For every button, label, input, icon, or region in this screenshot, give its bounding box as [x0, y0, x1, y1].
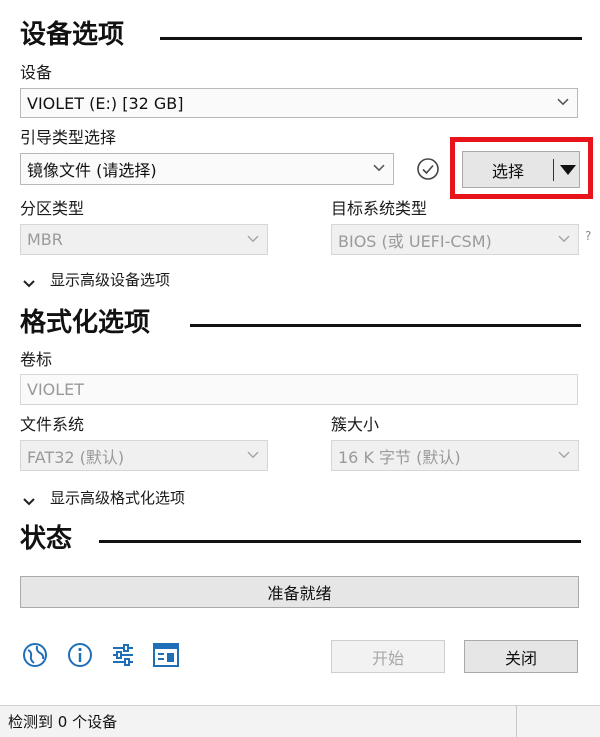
- status-bar-separator: [516, 705, 517, 737]
- globe-icon[interactable]: [22, 642, 48, 668]
- help-icon[interactable]: ?: [585, 229, 591, 243]
- chevron-down-icon: [22, 493, 36, 505]
- select-button[interactable]: 选择: [462, 151, 580, 188]
- volume-label-label: 卷标: [20, 350, 53, 369]
- device-dropdown[interactable]: VIOLET (E:) [32 GB]: [20, 88, 578, 118]
- advanced-device-toggle[interactable]: 显示高级设备选项: [22, 269, 170, 290]
- chevron-down-icon: [247, 451, 259, 459]
- start-button[interactable]: 开始: [331, 640, 445, 673]
- target-system-dropdown[interactable]: BIOS (或 UEFI-CSM): [331, 224, 579, 255]
- volume-label-input[interactable]: VIOLET: [20, 374, 578, 405]
- status-progress-bar: 准备就绪: [20, 576, 579, 608]
- status-bar-text: 检测到 0 个设备: [8, 713, 118, 731]
- info-icon[interactable]: [67, 642, 93, 668]
- split-divider: [553, 158, 554, 181]
- status-bar: 检测到 0 个设备: [0, 705, 600, 737]
- device-dropdown-value: VIOLET (E:) [32 GB]: [27, 93, 184, 113]
- close-button-label: 关闭: [504, 648, 537, 668]
- select-button-label: 选择: [491, 161, 524, 181]
- cluster-size-dropdown[interactable]: 16 K 字节 (默认): [331, 440, 579, 471]
- format-options-title: 格式化选项: [20, 308, 151, 338]
- chevron-down-icon: [373, 164, 385, 172]
- boot-selection-dropdown[interactable]: 镜像文件 (请选择): [20, 153, 394, 185]
- advanced-format-toggle-label: 显示高级格式化选项: [50, 489, 186, 507]
- section-divider: [190, 324, 581, 327]
- boot-selection-value: 镜像文件 (请选择): [27, 161, 157, 180]
- target-system-value: BIOS (或 UEFI-CSM): [338, 231, 492, 251]
- chevron-down-icon: [557, 98, 569, 106]
- log-icon[interactable]: [153, 643, 179, 667]
- file-system-dropdown[interactable]: FAT32 (默认): [20, 440, 268, 471]
- boot-selection-label: 引导类型选择: [20, 128, 117, 147]
- partition-scheme-label: 分区类型: [20, 199, 85, 218]
- chevron-down-icon: [558, 235, 570, 243]
- partition-scheme-dropdown[interactable]: MBR: [20, 224, 268, 255]
- settings-sliders-icon[interactable]: [111, 642, 135, 668]
- chevron-down-icon: [247, 235, 259, 243]
- split-arrow-icon[interactable]: [560, 160, 576, 179]
- partition-scheme-value: MBR: [27, 230, 63, 249]
- device-label: 设备: [20, 63, 53, 82]
- advanced-device-toggle-label: 显示高级设备选项: [50, 271, 171, 289]
- status-title: 状态: [20, 524, 73, 554]
- file-system-value: FAT32 (默认): [27, 447, 125, 467]
- status-progress-text: 准备就绪: [267, 584, 332, 603]
- check-icon[interactable]: [416, 157, 440, 181]
- file-system-label: 文件系统: [20, 415, 85, 434]
- cluster-size-value: 16 K 字节 (默认): [338, 447, 461, 467]
- chevron-down-icon: [22, 275, 36, 287]
- volume-label-value: VIOLET: [27, 380, 85, 399]
- device-options-title: 设备选项: [20, 20, 125, 50]
- target-system-label: 目标系统类型: [331, 199, 428, 218]
- cluster-size-label: 簇大小: [331, 415, 380, 434]
- section-divider: [99, 540, 581, 543]
- advanced-format-toggle[interactable]: 显示高级格式化选项: [22, 487, 185, 508]
- chevron-down-icon: [558, 451, 570, 459]
- start-button-label: 开始: [371, 648, 404, 668]
- close-button[interactable]: 关闭: [464, 640, 578, 673]
- section-divider: [160, 37, 582, 40]
